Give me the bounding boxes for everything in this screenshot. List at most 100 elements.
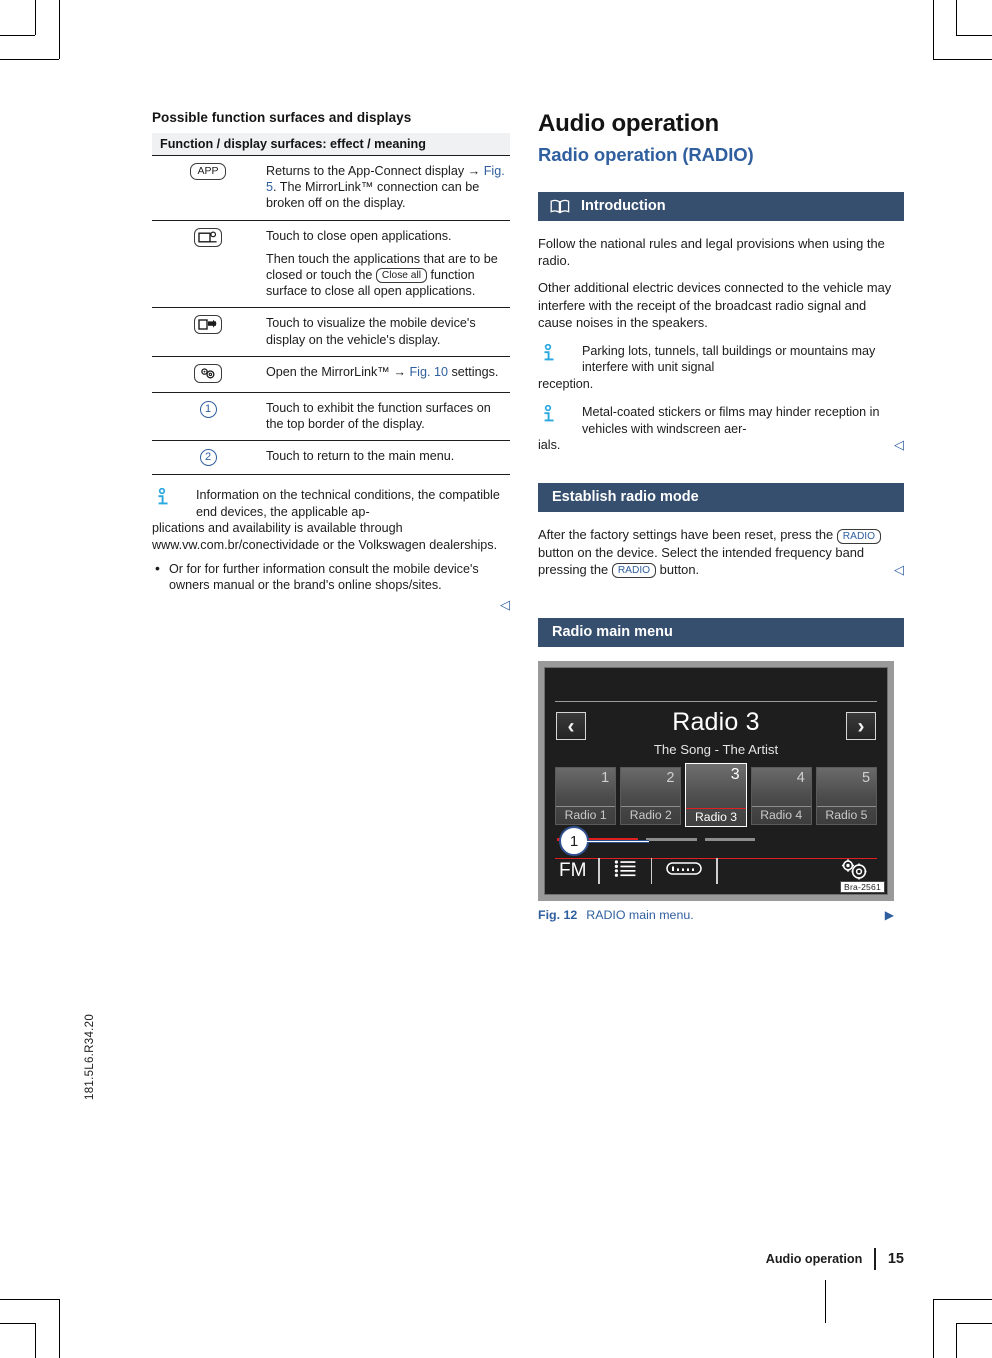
establish-radio-mode-bar: Establish radio mode	[538, 483, 904, 513]
crop-mark-tl-v	[35, 0, 36, 35]
crop-mark-br-v	[956, 1323, 957, 1358]
text-run: Touch to return to the main menu.	[266, 449, 455, 464]
progress-segment	[646, 838, 697, 841]
preset-button[interactable]: 5 Radio 5	[815, 767, 878, 826]
page-guide-right	[825, 1280, 826, 1323]
preset-button-active[interactable]: 3 Radio 3	[685, 763, 747, 828]
current-station-name: Radio 3	[672, 708, 760, 737]
crop-mark-bl2-v	[59, 1299, 60, 1358]
stickers-note-rest: ials.	[538, 438, 561, 453]
table-cell-paragraph: Touch to close open applications.	[266, 228, 508, 244]
page-footer: Audio operation 15	[0, 1248, 992, 1270]
table-row: Open the MirrorLink™ → Fig. 10 settings.	[152, 356, 510, 394]
function-surfaces-table: Function / display surfaces: effect / me…	[152, 133, 510, 476]
table-cell-paragraph: Touch to exhibit the function surfaces o…	[266, 400, 508, 432]
text-run: Returns to the App-Connect display	[266, 164, 468, 178]
crop-mark-tr2-v	[933, 0, 934, 59]
radio-main-menu-bar-label: Radio main menu	[552, 624, 673, 641]
crop-mark-tr2-h	[933, 59, 992, 60]
preset-station-name: Radio 1	[556, 806, 616, 822]
end-of-section-mark: ◁	[894, 437, 904, 453]
table-row: 2 Touch to return to the main menu.	[152, 440, 510, 476]
close-all-button-reference: Close all	[375, 268, 427, 284]
text-run: Open the MirrorLink™	[266, 364, 394, 379]
preset-number: 1	[601, 770, 610, 787]
cross-reference-link[interactable]: Fig. 10	[409, 365, 448, 379]
footer-chapter-title: Audio operation	[765, 1252, 863, 1266]
preset-button[interactable]: 1 Radio 1	[555, 767, 617, 826]
mirrorlink-settings-icon	[194, 363, 222, 383]
text-run: button on the device. Select the intende…	[538, 544, 865, 577]
book-icon	[550, 199, 570, 214]
table-cell-symbol	[152, 356, 264, 394]
left-column: Possible function surfaces and displays …	[152, 110, 510, 613]
text-run: →	[393, 364, 410, 379]
text-run: button.	[656, 561, 700, 577]
figure-caption-label: Fig. 12	[538, 908, 578, 923]
current-song-line: The Song - The Artist	[653, 742, 779, 758]
radio-button-reference: RADIO	[611, 562, 657, 578]
figure-continuation-mark: ▶	[884, 908, 894, 923]
table-row: 1 Touch to exhibit the function surfaces …	[152, 392, 510, 442]
crop-mark-tr-v	[956, 0, 957, 35]
table-cell-symbol	[152, 307, 264, 357]
preset-station-name: Radio 5	[816, 806, 877, 822]
intro-paragraph-2: Other additional electric devices connec…	[538, 280, 892, 330]
establish-paragraph: After the factory settings have been res…	[538, 526, 904, 578]
text-run: Touch to close open applications.	[266, 228, 452, 243]
preset-button[interactable]: 4 Radio 4	[750, 767, 812, 826]
table-row: Touch to close open applications. Then to…	[152, 220, 510, 309]
preset-number: 3	[730, 766, 740, 784]
preset-button[interactable]: 2 Radio 2	[620, 767, 682, 826]
reception-note-lead: Parking lots, tunnels, tall buildings or…	[582, 344, 876, 375]
toolbar-divider	[716, 858, 718, 885]
text-run: settings.	[448, 364, 499, 379]
end-of-section-mark: ◁	[894, 561, 904, 577]
preset-station-name: Radio 3	[686, 808, 746, 824]
info-note-body: Information on the technical conditions,…	[152, 487, 510, 553]
callout-number-1: 1	[199, 401, 217, 419]
table-cell-description: Touch to close open applications. Then to…	[264, 220, 510, 309]
crop-mark-bl-v	[35, 1323, 36, 1358]
right-column: Audio operation Radio operation (RADIO) …	[538, 110, 904, 922]
infotainment-screen: ‹ › Radio 3 The Song - The Artist 1 Radio…	[538, 661, 894, 902]
radio-main-menu-bar: Radio main menu	[538, 618, 904, 648]
band-label-fm[interactable]: FM	[555, 860, 598, 882]
radio-main-menu-figure: ‹ › Radio 3 The Song - The Artist 1 Radio…	[538, 661, 894, 922]
table-cell-paragraph: Open the MirrorLink™ → Fig. 10 settings.	[266, 364, 508, 380]
crop-mark-br-h	[956, 1323, 992, 1324]
figure-caption-text: RADIO main menu.	[586, 908, 694, 923]
left-subheading: Possible function surfaces and displays	[152, 110, 412, 125]
reception-note-rest: reception.	[538, 376, 594, 391]
crop-mark-bl2-h	[0, 1299, 59, 1300]
crop-mark-bl-h	[0, 1323, 35, 1324]
table-cell-paragraph: Touch to return to the main menu.	[266, 448, 508, 464]
callout-circle-label: 1	[559, 826, 589, 857]
progress-segment-empty	[763, 838, 875, 841]
table-cell-description: Touch to exhibit the function surfaces o…	[264, 392, 510, 442]
frequency-keypad-icon	[666, 860, 702, 882]
end-of-section-mark: ◁	[500, 596, 510, 612]
table-row: APP Returns to the App-Connect display → …	[152, 155, 510, 221]
text-run: . The MirrorLink™ connection can be brok…	[266, 180, 480, 211]
text-run: Touch to exhibit the function surfaces o…	[266, 401, 491, 432]
station-list-button[interactable]	[600, 859, 651, 884]
info-note-stickers: Metal-coated stickers or films may hinde…	[538, 404, 904, 453]
info-note-reception: Parking lots, tunnels, tall buildings or…	[538, 343, 904, 392]
table-cell-symbol: 1	[152, 392, 264, 442]
progress-segment	[704, 838, 756, 841]
figure-image-code: Bra-2561	[840, 881, 885, 894]
callout-leader-line	[587, 839, 649, 843]
establish-bar-label: Establish radio mode	[552, 489, 699, 506]
preset-number: 4	[796, 770, 805, 787]
intro-paragraph-1: Follow the national rules and legal prov…	[538, 236, 885, 269]
screen-inner: ‹ › Radio 3 The Song - The Artist 1 Radio…	[544, 667, 888, 896]
frequency-scale-button[interactable]	[652, 860, 716, 882]
close-applications-icon	[194, 227, 222, 247]
info-icon	[152, 488, 178, 511]
table-header: Function / display surfaces: effect / me…	[152, 133, 510, 156]
radio-button-reference: RADIO	[836, 528, 882, 544]
table-cell-description: Touch to return to the main menu.	[264, 440, 510, 476]
bottom-toolbar: FM	[555, 854, 877, 888]
mirror-display-icon	[194, 315, 222, 335]
